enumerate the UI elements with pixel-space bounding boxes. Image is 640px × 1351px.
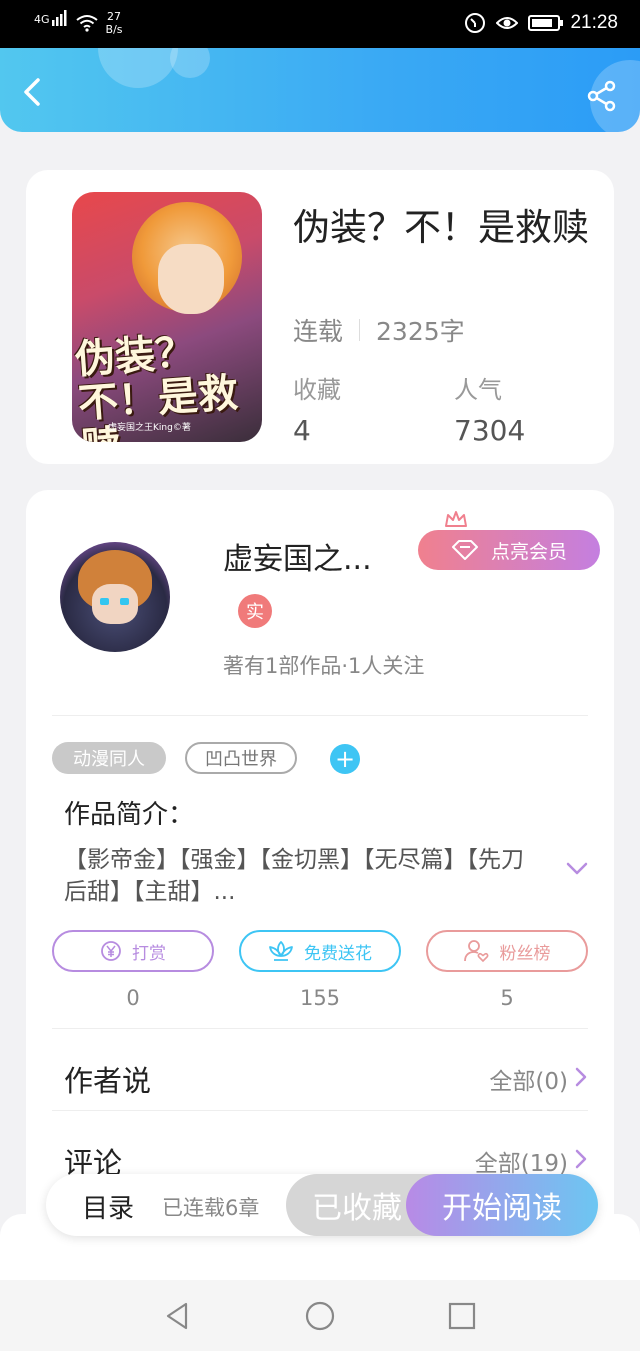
flower-count: 155 <box>299 986 341 1010</box>
book-title: 伪装？不！是救赎 <box>293 206 589 249</box>
speed-value: 27 <box>107 10 122 23</box>
expand-chevron-icon[interactable] <box>566 862 588 876</box>
intro-text: 【影帝金】【强金】【金切黑】【无尽篇】【先刀后甜】【主甜】... <box>64 847 524 905</box>
author-says-title: 作者说 <box>64 1064 152 1098</box>
tag-anime-fanfic[interactable]: 动漫同人 <box>52 742 166 774</box>
add-tag-button[interactable]: + <box>330 744 360 774</box>
serial-status: 连载 <box>293 317 344 346</box>
divider <box>52 1110 588 1111</box>
free-flower-button[interactable]: 免费送花 <box>239 930 401 972</box>
back-icon[interactable] <box>18 76 50 108</box>
header <box>0 48 640 132</box>
diamond-icon <box>451 540 478 560</box>
vip-button-label: 点亮会员 <box>490 540 567 563</box>
author-avatar[interactable] <box>60 542 170 652</box>
yen-icon <box>101 941 121 961</box>
reward-button[interactable]: 打赏 <box>52 930 214 972</box>
author-name[interactable]: 虚妄国之... <box>223 534 372 578</box>
clock: 21:28 <box>570 12 618 33</box>
fans-label: 粉丝榜 <box>499 943 551 964</box>
chevron-right-icon[interactable] <box>574 1148 588 1170</box>
chevron-right-icon[interactable] <box>574 1066 588 1088</box>
start-reading-button[interactable]: 开始阅读 <box>406 1174 598 1236</box>
status-right: 21:28 <box>464 12 618 34</box>
author-details-card: 虚妄国之... 点亮会员 实 著有1部作品·1人关注 动漫同人 凹凸世界 + 作… <box>26 490 614 1250</box>
nfc-icon <box>465 13 486 33</box>
crown-icon <box>445 511 467 527</box>
favorites-label: 收藏 <box>293 376 341 404</box>
battery-icon <box>528 15 564 31</box>
divider <box>52 1028 588 1029</box>
bottom-action-bar: 目录 已连载6章 已收藏 开始阅读 <box>46 1174 598 1236</box>
recents-square-icon[interactable] <box>446 1300 478 1332</box>
book-meta: 连载 2325字 <box>293 312 465 348</box>
word-count: 2325字 <box>376 317 465 346</box>
reward-label: 打赏 <box>132 943 166 964</box>
tag-aotu-world[interactable]: 凹凸世界 <box>185 742 297 774</box>
verified-badge: 实 <box>238 594 272 628</box>
share-icon[interactable] <box>586 80 618 112</box>
network-type: 4G <box>34 13 50 26</box>
signal-icon: 4G <box>34 10 68 26</box>
author-says-all-link[interactable]: 全部(0) <box>489 1062 568 1096</box>
meta-divider <box>359 319 361 341</box>
divider <box>52 715 588 716</box>
speed-unit: B/s <box>105 23 123 36</box>
popularity-count: 7304 <box>454 414 526 447</box>
status-left: 4G 27 B/s <box>34 10 123 36</box>
user-heart-icon <box>463 940 488 963</box>
network-speed: 27 B/s <box>106 10 123 36</box>
intro-heading: 作品简介： <box>64 800 195 830</box>
cover-author-text: 虚妄国之王King©著 <box>108 423 191 433</box>
status-bar: 4G 27 B/s 21:28 <box>0 0 640 48</box>
chapter-status: 已连载6章 <box>162 1196 260 1220</box>
fans-count: 5 <box>500 986 514 1010</box>
flower-icon <box>269 941 293 961</box>
comments-all-link[interactable]: 全部(19) <box>475 1144 568 1178</box>
popularity-label: 人气 <box>454 376 502 404</box>
author-stats: 著有1部作品·1人关注 <box>223 654 425 678</box>
eye-icon <box>496 17 519 29</box>
home-circle-icon[interactable] <box>304 1300 336 1332</box>
book-cover[interactable]: 伪装？不！是救赎 虚妄国之王King©著 <box>72 192 262 442</box>
book-info-card: 伪装？不！是救赎 虚妄国之王King©著 伪装？不！是救赎 连载 2325字 收… <box>26 170 614 464</box>
light-up-vip-button[interactable]: 点亮会员 <box>418 530 600 570</box>
back-triangle-icon[interactable] <box>162 1300 194 1332</box>
favorites-count: 4 <box>293 414 311 447</box>
table-of-contents-button[interactable]: 目录 <box>82 1188 134 1225</box>
flower-label: 免费送花 <box>304 943 372 964</box>
wifi-icon <box>75 15 98 32</box>
fans-ranking-button[interactable]: 粉丝榜 <box>426 930 588 972</box>
reward-count: 0 <box>126 986 140 1010</box>
system-nav-bar <box>0 1280 640 1351</box>
